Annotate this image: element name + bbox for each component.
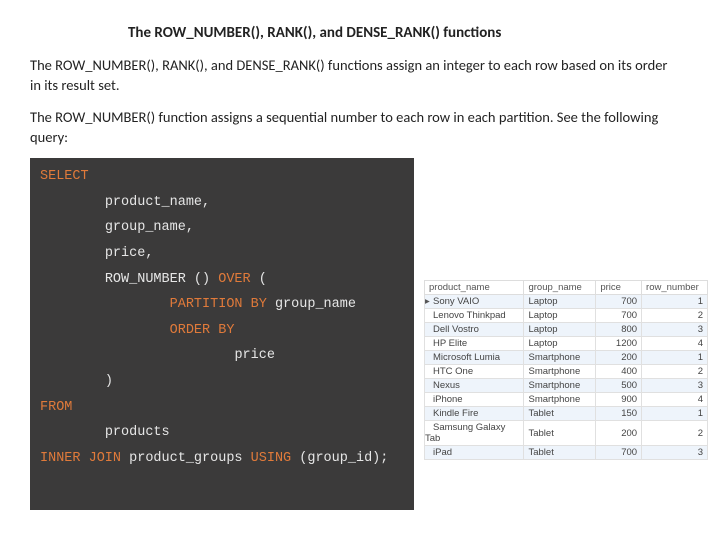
table-row: iPhoneSmartphone9004 bbox=[425, 393, 708, 407]
kw-from: FROM bbox=[40, 400, 72, 415]
code-using-args: (group_id); bbox=[291, 451, 388, 466]
row-cursor-icon: ▸ bbox=[425, 296, 431, 307]
col-product-name: product_name bbox=[425, 281, 524, 295]
cell-product-name: Lenovo Thinkpad bbox=[425, 309, 524, 323]
table-header-row: product_name group_name price row_number bbox=[425, 281, 708, 295]
cell-product-name: iPhone bbox=[425, 393, 524, 407]
cell-price: 200 bbox=[596, 421, 642, 446]
code-rownumber: ROW_NUMBER bbox=[105, 272, 186, 287]
cell-row-number: 3 bbox=[642, 446, 708, 460]
table-row: HP EliteLaptop12004 bbox=[425, 337, 708, 351]
cell-group-name: Smartphone bbox=[524, 393, 596, 407]
cell-price: 800 bbox=[596, 323, 642, 337]
cell-product-name: Kindle Fire bbox=[425, 407, 524, 421]
cell-group-name: Smartphone bbox=[524, 379, 596, 393]
kw-over: OVER bbox=[218, 272, 250, 287]
cell-row-number: 3 bbox=[642, 323, 708, 337]
kw-inner-join: INNER JOIN bbox=[40, 451, 121, 466]
cell-product-name: Samsung Galaxy Tab bbox=[425, 421, 524, 446]
cell-row-number: 2 bbox=[642, 365, 708, 379]
table-row: iPadTablet7003 bbox=[425, 446, 708, 460]
cell-price: 400 bbox=[596, 365, 642, 379]
table-row: Dell VostroLaptop8003 bbox=[425, 323, 708, 337]
cell-product-name: ▸Sony VAIO bbox=[425, 295, 524, 309]
code-col3: price, bbox=[105, 246, 154, 261]
cell-price: 700 bbox=[596, 446, 642, 460]
table-row: Kindle FireTablet1501 bbox=[425, 407, 708, 421]
table-row: Samsung Galaxy TabTablet2002 bbox=[425, 421, 708, 446]
cell-price: 150 bbox=[596, 407, 642, 421]
cell-row-number: 1 bbox=[642, 407, 708, 421]
table-row: ▸Sony VAIOLaptop7001 bbox=[425, 295, 708, 309]
code-paren-open: ( bbox=[251, 272, 267, 287]
cell-row-number: 1 bbox=[642, 351, 708, 365]
cell-row-number: 2 bbox=[642, 309, 708, 323]
cell-price: 200 bbox=[596, 351, 642, 365]
kw-order-by: ORDER BY bbox=[170, 323, 235, 338]
table-row: NexusSmartphone5003 bbox=[425, 379, 708, 393]
kw-using: USING bbox=[251, 451, 292, 466]
cell-product-name: Microsoft Lumia bbox=[425, 351, 524, 365]
cell-group-name: Smartphone bbox=[524, 365, 596, 379]
intro-paragraph-2: The ROW_NUMBER() function assigns a sequ… bbox=[30, 108, 670, 147]
code-over-open: () bbox=[186, 272, 218, 287]
cell-group-name: Laptop bbox=[524, 309, 596, 323]
kw-partition-by: PARTITION BY bbox=[170, 297, 267, 312]
cell-price: 700 bbox=[596, 309, 642, 323]
cell-price: 500 bbox=[596, 379, 642, 393]
cell-row-number: 2 bbox=[642, 421, 708, 446]
table-row: HTC OneSmartphone4002 bbox=[425, 365, 708, 379]
cell-price: 900 bbox=[596, 393, 642, 407]
cell-product-name: Dell Vostro bbox=[425, 323, 524, 337]
cell-group-name: Tablet bbox=[524, 446, 596, 460]
col-group-name: group_name bbox=[524, 281, 596, 295]
intro-paragraph-1: The ROW_NUMBER(), RANK(), and DENSE_RANK… bbox=[30, 56, 670, 95]
cell-product-name: Nexus bbox=[425, 379, 524, 393]
code-order-arg: price bbox=[234, 348, 275, 363]
col-row-number: row_number bbox=[642, 281, 708, 295]
cell-row-number: 4 bbox=[642, 393, 708, 407]
cell-row-number: 4 bbox=[642, 337, 708, 351]
cell-product-name: HTC One bbox=[425, 365, 524, 379]
cell-group-name: Smartphone bbox=[524, 351, 596, 365]
result-table: product_name group_name price row_number… bbox=[424, 280, 708, 460]
cell-group-name: Laptop bbox=[524, 337, 596, 351]
cell-price: 700 bbox=[596, 295, 642, 309]
code-paren-close: ) bbox=[105, 374, 113, 389]
cell-group-name: Laptop bbox=[524, 295, 596, 309]
code-col2: group_name, bbox=[105, 220, 194, 235]
code-table: products bbox=[105, 425, 170, 440]
kw-select: SELECT bbox=[40, 169, 89, 184]
cell-group-name: Tablet bbox=[524, 407, 596, 421]
table-row: Lenovo ThinkpadLaptop7002 bbox=[425, 309, 708, 323]
cell-row-number: 1 bbox=[642, 295, 708, 309]
cell-group-name: Tablet bbox=[524, 421, 596, 446]
code-join-args: product_groups bbox=[121, 451, 251, 466]
col-price: price bbox=[596, 281, 642, 295]
page-title: The ROW_NUMBER(), RANK(), and DENSE_RANK… bbox=[128, 24, 501, 42]
code-partition-arg: group_name bbox=[267, 297, 356, 312]
cell-product-name: HP Elite bbox=[425, 337, 524, 351]
cell-product-name: iPad bbox=[425, 446, 524, 460]
cell-price: 1200 bbox=[596, 337, 642, 351]
cell-row-number: 3 bbox=[642, 379, 708, 393]
code-col1: product_name, bbox=[105, 195, 210, 210]
table-row: Microsoft LumiaSmartphone2001 bbox=[425, 351, 708, 365]
cell-group-name: Laptop bbox=[524, 323, 596, 337]
sql-code-block: SELECT product_name, group_name, price, … bbox=[30, 158, 414, 510]
